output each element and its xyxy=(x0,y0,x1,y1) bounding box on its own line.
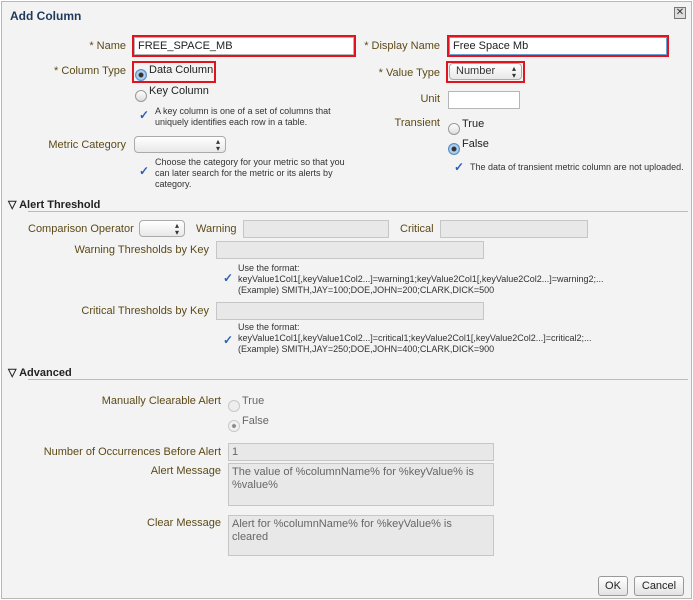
data-column-label: Data Column xyxy=(149,64,214,76)
value-type-select[interactable]: Number ▴ ▾ xyxy=(449,63,522,80)
occurrences-label: Number of Occurrences Before Alert xyxy=(43,446,221,458)
display-name-label: * Display Name xyxy=(364,40,440,52)
unit-label: Unit xyxy=(420,93,440,105)
name-input[interactable]: FREE_SPACE_MB xyxy=(134,37,354,55)
dialog-title: Add Column xyxy=(10,9,82,23)
transient-label: Transient xyxy=(394,117,440,129)
clear-message-textarea[interactable]: Alert for %columnName% for %keyValue% is… xyxy=(228,515,494,556)
critical-label: Critical xyxy=(400,223,434,235)
alert-threshold-toggle[interactable]: ▽ Alert Threshold xyxy=(8,198,100,211)
metric-category-hint: Choose the category for your metric so t… xyxy=(155,157,345,189)
critical-thresholds-by-key-label: Critical Thresholds by Key xyxy=(81,305,209,317)
info-check-icon: ✓ xyxy=(139,164,150,178)
comparison-operator-label: Comparison Operator xyxy=(28,223,134,235)
clearable-true-label: True xyxy=(242,395,265,407)
clearable-false-label: False xyxy=(242,415,269,427)
metric-category-select[interactable]: ▴ ▾ xyxy=(134,136,226,153)
metric-category-label: Metric Category xyxy=(48,139,126,151)
alert-message-textarea[interactable]: The value of %columnName% for %keyValue%… xyxy=(228,463,494,506)
critical-format-hint: Use the format: keyValue1Col1[,keyValue1C… xyxy=(238,322,592,354)
transient-false-label: False xyxy=(462,138,489,150)
transient-true-radio[interactable] xyxy=(448,123,460,135)
critical-input[interactable] xyxy=(440,220,588,238)
column-type-label: * Column Type xyxy=(54,65,126,77)
ok-button[interactable]: OK xyxy=(598,576,628,596)
unit-input[interactable] xyxy=(448,91,520,109)
occurrences-input[interactable]: 1 xyxy=(228,443,494,461)
key-column-hint: A key column is one of a set of columns … xyxy=(155,106,331,127)
close-icon[interactable]: ✕ xyxy=(674,7,686,19)
clearable-alert-label: Manually Clearable Alert xyxy=(101,395,221,407)
warning-format-hint: Use the format: keyValue1Col1[,keyValue1C… xyxy=(238,263,604,295)
clear-message-label: Clear Message xyxy=(147,517,221,529)
name-label: * Name xyxy=(89,40,126,52)
info-check-icon: ✓ xyxy=(223,271,234,285)
cancel-button[interactable]: Cancel xyxy=(634,576,684,596)
critical-thresholds-by-key-input[interactable] xyxy=(216,302,484,320)
display-name-input[interactable]: Free Space Mb xyxy=(449,37,667,55)
warning-thresholds-by-key-input[interactable] xyxy=(216,241,484,259)
key-column-label: Key Column xyxy=(149,85,209,97)
alert-message-label: Alert Message xyxy=(150,465,221,477)
data-column-radio[interactable] xyxy=(135,69,147,81)
clearable-true-radio[interactable] xyxy=(228,400,240,412)
info-check-icon: ✓ xyxy=(139,108,150,122)
clearable-false-radio[interactable] xyxy=(228,420,240,432)
transient-hint: The data of transient metric column are … xyxy=(470,162,684,172)
value-type-label: * Value Type xyxy=(378,67,440,79)
comparison-operator-select[interactable]: ▴ ▾ xyxy=(139,220,185,237)
add-column-dialog: Add Column ✕ * Name FREE_SPACE_MB * Disp… xyxy=(1,1,692,599)
warning-input[interactable] xyxy=(243,220,389,238)
warning-thresholds-by-key-label: Warning Thresholds by Key xyxy=(74,244,209,256)
advanced-toggle[interactable]: ▽ Advanced xyxy=(8,366,72,379)
info-check-icon: ✓ xyxy=(454,160,465,174)
info-check-icon: ✓ xyxy=(223,333,234,347)
key-column-radio[interactable] xyxy=(135,90,147,102)
transient-true-label: True xyxy=(462,118,485,130)
transient-false-radio[interactable] xyxy=(448,143,460,155)
warning-label: Warning xyxy=(196,223,237,235)
